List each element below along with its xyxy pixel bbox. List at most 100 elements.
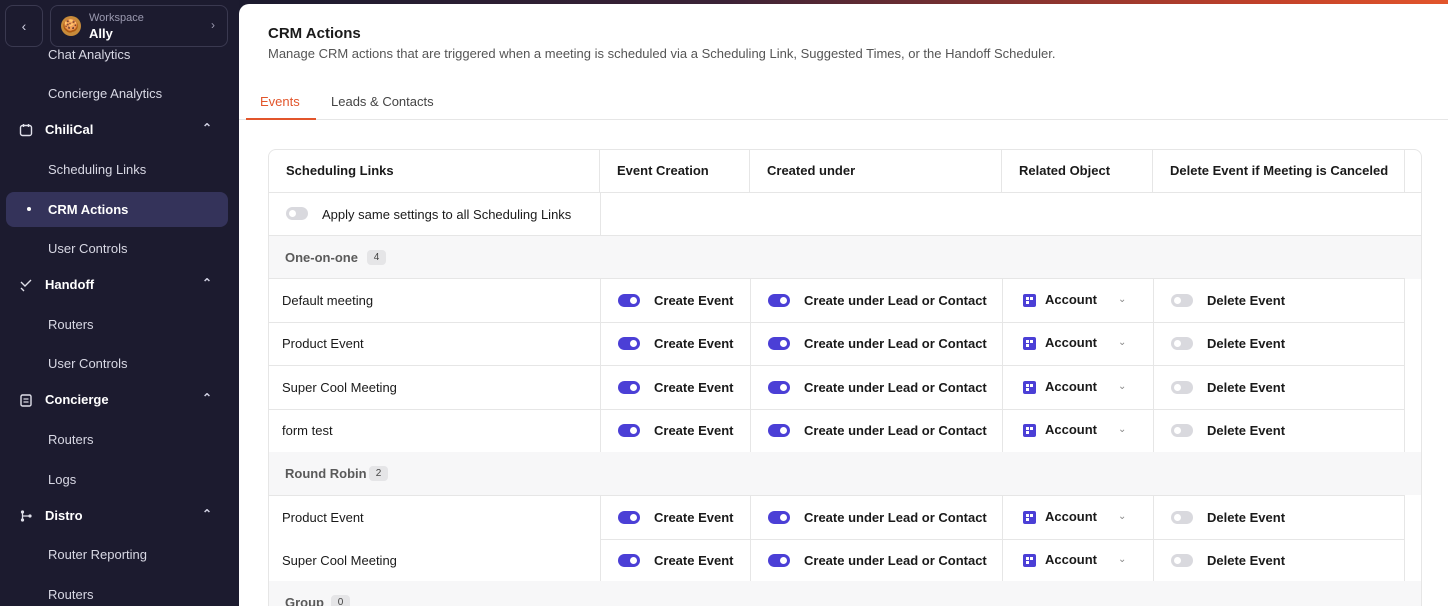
toggle-knob (630, 384, 637, 391)
sidebar-item-routers[interactable]: Routers (48, 587, 94, 602)
toggle-knob (780, 514, 787, 521)
event-creation-toggle[interactable] (618, 294, 640, 307)
workspace-switcher[interactable]: 🍪 Workspace Ally › (50, 5, 228, 47)
scheduling-link-name: Super Cool Meeting (282, 380, 397, 395)
table-row: Super Cool Meeting Create Event Create u… (269, 366, 1404, 409)
chevron-down-icon[interactable]: ⌄ (1118, 511, 1126, 522)
delete-event-toggle[interactable] (1171, 381, 1193, 394)
table-row: Super Cool Meeting Create Event Create u… (269, 539, 1404, 582)
chevron-down-icon[interactable]: ⌄ (1118, 294, 1126, 305)
delete-event-toggle[interactable] (1171, 554, 1193, 567)
active-tab-underline (246, 118, 316, 120)
sidebar: ‹ 🍪 Workspace Ally › Chat Analytics Conc… (0, 0, 239, 606)
column-header-created-under: Created under (750, 150, 1002, 192)
page-title: CRM Actions (268, 25, 361, 42)
event-creation-toggle[interactable] (618, 554, 640, 567)
workspace-label: Workspace (89, 12, 144, 24)
sidebar-section-distro[interactable]: Distro ⌃ (18, 507, 218, 527)
sidebar-item-crm-actions[interactable]: CRM Actions (6, 192, 228, 227)
table-row: Product Event Create Event Create under … (269, 496, 1404, 539)
sidebar-section-label: Concierge (45, 392, 109, 407)
event-creation-toggle[interactable] (618, 511, 640, 524)
created-under-toggle[interactable] (768, 294, 790, 307)
delete-event-toggle[interactable] (1171, 337, 1193, 350)
toggle-knob (1174, 557, 1181, 564)
calendar-icon (18, 122, 34, 138)
sidebar-item-routers[interactable]: Routers (48, 432, 94, 447)
sidebar-item-router-reporting[interactable]: Router Reporting (48, 547, 147, 562)
sidebar-section-concierge[interactable]: Concierge ⌃ (18, 391, 218, 411)
delete-event-toggle[interactable] (1171, 294, 1193, 307)
delete-event-label: Delete Event (1207, 510, 1286, 525)
branch-icon (18, 508, 34, 524)
related-object-select[interactable]: Account (1045, 379, 1097, 394)
group-count-badge: 2 (369, 466, 388, 481)
group-header-round-robin: Round Robin 2 (269, 452, 1421, 495)
divider (1404, 495, 1405, 581)
event-creation-toggle[interactable] (618, 381, 640, 394)
sidebar-item-routers[interactable]: Routers (48, 317, 94, 332)
toggle-knob (780, 340, 787, 347)
related-object-select[interactable]: Account (1045, 552, 1097, 567)
group-header-one-on-one: One-on-one 4 (269, 236, 1421, 279)
active-dot (27, 207, 31, 211)
related-object-select[interactable]: Account (1045, 509, 1097, 524)
sidebar-item-concierge-analytics[interactable]: Concierge Analytics (48, 86, 162, 101)
related-object-select[interactable]: Account (1045, 335, 1097, 350)
sidebar-section-handoff[interactable]: Handoff ⌃ (18, 276, 218, 296)
event-creation-label: Create Event (654, 510, 734, 525)
toggle-knob (1174, 384, 1181, 391)
event-creation-toggle[interactable] (618, 424, 640, 437)
sidebar-section-chilical[interactable]: ChiliCal ⌃ (18, 121, 218, 141)
related-object-select[interactable]: Account (1045, 422, 1097, 437)
divider (1002, 495, 1003, 581)
back-button[interactable]: ‹ (5, 5, 43, 47)
chevron-up-icon: ⌃ (201, 121, 212, 135)
delete-event-toggle[interactable] (1171, 424, 1193, 437)
group-header-group: Group 0 (269, 581, 1421, 606)
chevron-up-icon: ⌃ (201, 276, 212, 290)
divider (1153, 495, 1154, 581)
chevron-down-icon[interactable]: ⌄ (1118, 554, 1126, 565)
created-under-toggle[interactable] (768, 424, 790, 437)
created-under-toggle[interactable] (768, 511, 790, 524)
sidebar-item-scheduling-links[interactable]: Scheduling Links (48, 162, 146, 177)
sidebar-item-user-controls[interactable]: User Controls (48, 356, 127, 371)
delete-event-toggle[interactable] (1171, 511, 1193, 524)
event-creation-label: Create Event (654, 423, 734, 438)
toggle-knob (1174, 427, 1181, 434)
scheduling-link-name: form test (282, 423, 333, 438)
created-under-toggle[interactable] (768, 337, 790, 350)
chevron-down-icon[interactable]: ⌄ (1118, 337, 1126, 348)
chevron-down-icon[interactable]: ⌄ (1118, 381, 1126, 392)
event-creation-toggle[interactable] (618, 337, 640, 350)
table-row: form test Create Event Create under Lead… (269, 409, 1404, 452)
toggle-knob (1174, 340, 1181, 347)
apply-all-toggle[interactable] (286, 207, 308, 220)
account-object-icon (1023, 554, 1036, 567)
created-under-toggle[interactable] (768, 381, 790, 394)
table-row: Default meeting Create Event Create unde… (269, 279, 1404, 322)
main-content: CRM Actions Manage CRM actions that are … (239, 4, 1448, 606)
workspace-name: Ally (89, 26, 113, 41)
chevron-left-icon: ‹ (21, 18, 27, 34)
column-header-scheduling-links: Scheduling Links (269, 150, 600, 192)
chevron-down-icon[interactable]: ⌄ (1118, 424, 1126, 435)
chevron-up-icon: ⌃ (201, 391, 212, 405)
created-under-label: Create under Lead or Contact (804, 423, 987, 438)
tab-events[interactable]: Events (260, 94, 300, 109)
account-object-icon (1023, 294, 1036, 307)
scheduling-link-name: Super Cool Meeting (282, 553, 397, 568)
sidebar-item-logs[interactable]: Logs (48, 472, 76, 487)
account-object-icon (1023, 381, 1036, 394)
sidebar-item-user-controls[interactable]: User Controls (48, 241, 127, 256)
toggle-knob (630, 557, 637, 564)
divider (1404, 278, 1405, 452)
apply-all-label: Apply same settings to all Scheduling Li… (322, 207, 572, 222)
created-under-label: Create under Lead or Contact (804, 510, 987, 525)
delete-event-label: Delete Event (1207, 293, 1286, 308)
created-under-toggle[interactable] (768, 554, 790, 567)
sidebar-item-chat-analytics[interactable]: Chat Analytics (48, 47, 130, 62)
related-object-select[interactable]: Account (1045, 292, 1097, 307)
tab-leads-contacts[interactable]: Leads & Contacts (331, 94, 434, 109)
